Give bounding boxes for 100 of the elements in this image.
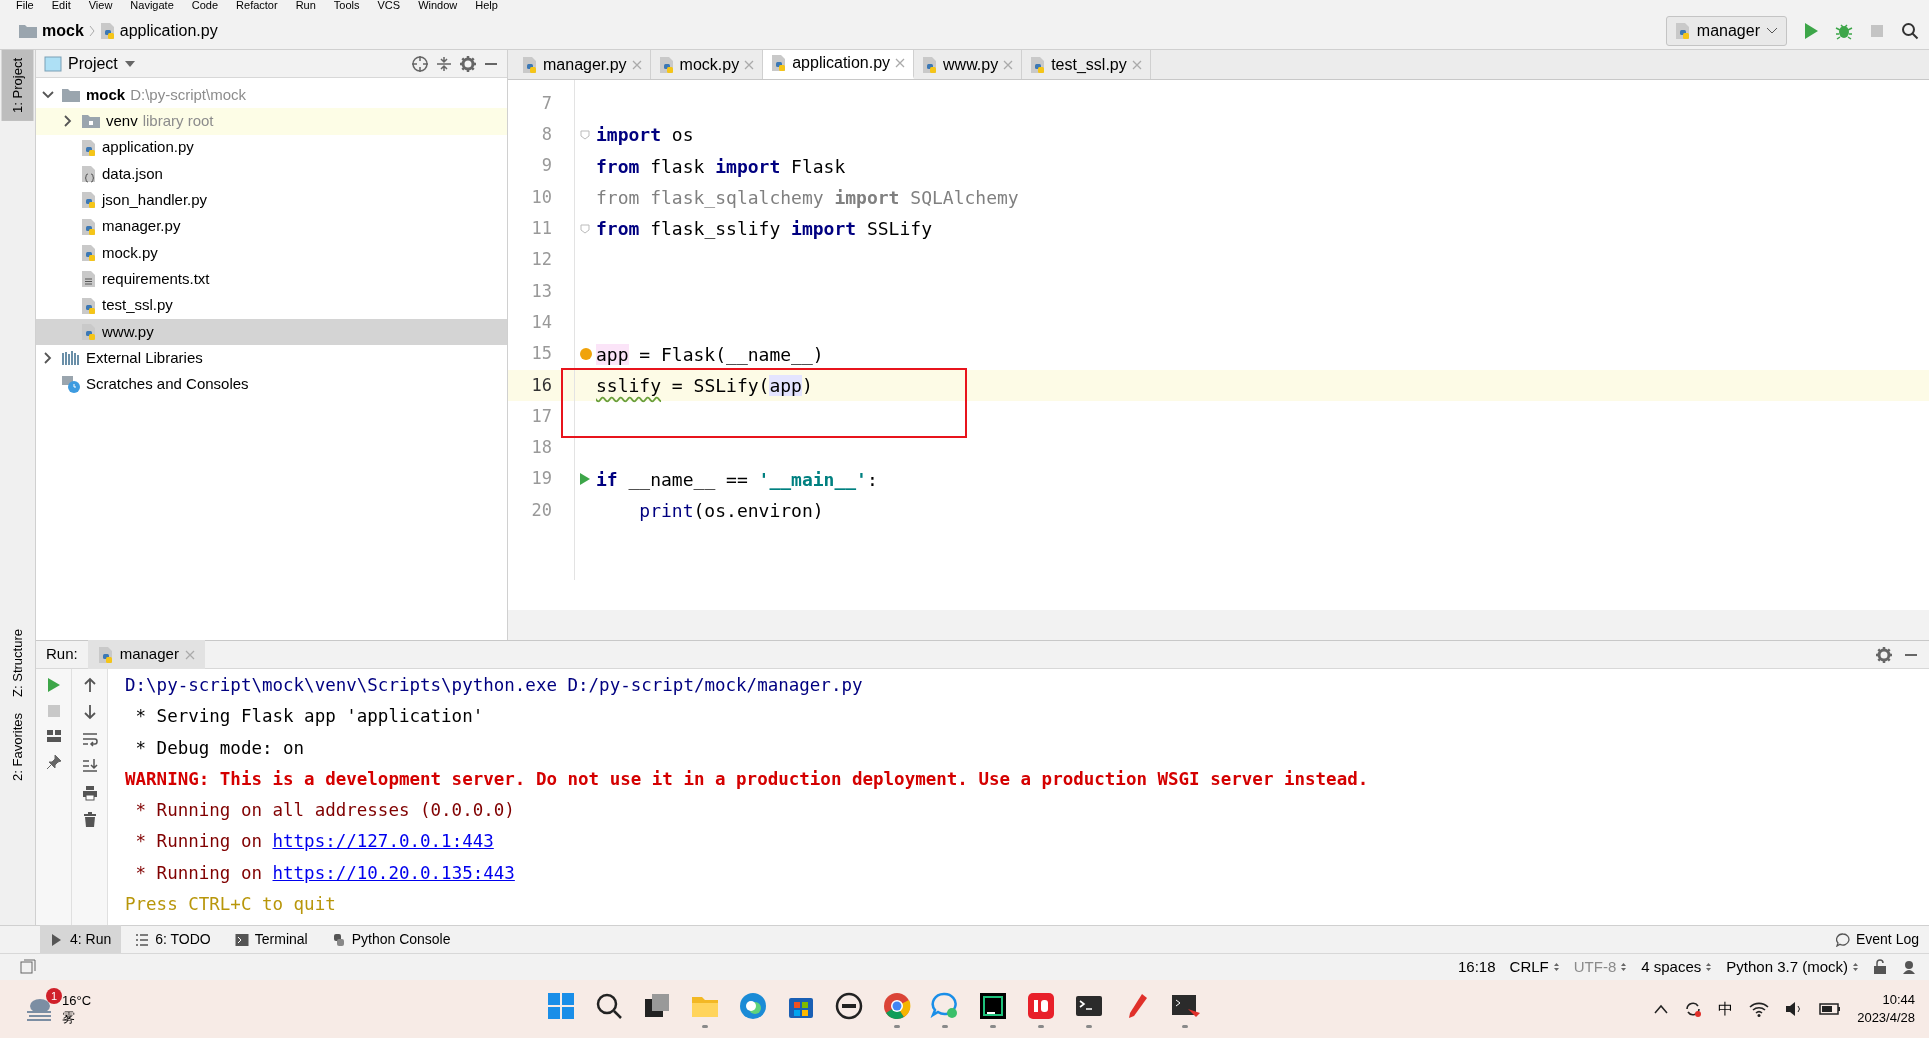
line-number: 11 [530,217,553,241]
panel-title[interactable]: Project [68,51,118,76]
settings-icon[interactable] [1875,645,1893,664]
run-tab[interactable]: manager [87,640,205,669]
input-method-indicator[interactable]: 中 [1718,997,1734,1021]
tree-row[interactable]: data.json [36,160,507,188]
tree-label: External Libraries [86,347,203,368]
menu-item[interactable]: Tools [333,0,360,12]
breadcrumb-item[interactable]: application.py [119,18,218,43]
breadcrumb-item[interactable]: mock [42,18,84,43]
json-file-icon [81,165,97,184]
locate-icon[interactable] [411,54,429,73]
console-line: WARNING: This is a development server. Do not use it in a production deployment. Use a production WSGI server instead. [125,768,1369,789]
code-line: from flask_sslify import SSLify [596,217,932,242]
print-icon[interactable] [81,785,98,801]
menu-item[interactable]: Run [295,0,316,12]
tree-row[interactable]: requirements.txt [36,266,507,293]
layout-toggle-icon[interactable] [20,959,36,975]
text-file-icon [81,270,97,289]
layout-icon[interactable] [45,729,62,743]
tool-window-tab[interactable]: 6: TODO [125,925,221,954]
up-arrow-icon[interactable] [82,677,97,693]
tree-row[interactable]: venv library root [36,108,507,135]
battery-icon[interactable] [1819,1002,1842,1016]
menu-item[interactable]: Edit [51,0,71,12]
tool-window-tab[interactable]: Python Console [321,925,461,954]
python-file-icon [81,191,97,210]
python-file-icon [81,217,97,236]
tree-label: Scratches and Consoles [86,374,249,395]
caret-icon[interactable] [123,59,136,68]
console-text: * Running on [134,862,263,883]
tree-row[interactable]: json_handler.py [36,187,507,214]
scroll-to-end-icon[interactable] [81,758,98,774]
tool-window-tab[interactable]: Terminal [224,925,318,954]
console-link[interactable]: https://127.0.0.1:443 [272,831,494,852]
menu-item[interactable]: Code [191,0,219,12]
inspector-icon[interactable] [1901,959,1917,975]
up-down-caret-icon [1552,961,1560,973]
tree-row[interactable]: mock D:\py-script\mock [36,82,507,109]
collapse-all-icon[interactable] [435,54,453,73]
collapsed-chevron-icon[interactable] [62,115,74,128]
soft-wrap-icon[interactable] [81,731,98,747]
tree-row[interactable]: test_ssl.py [36,292,507,319]
pin-icon[interactable] [45,754,62,770]
tree-row[interactable]: application.py [36,134,507,161]
tree-label: mock [86,84,126,105]
side-tab[interactable]: 1: Project [1,50,34,121]
side-tab[interactable]: 2: Favorites [1,704,34,789]
run-icon[interactable] [579,472,591,487]
up-down-caret-icon [1620,961,1628,973]
line-number: 12 [530,248,553,272]
menu-item[interactable]: Navigate [130,0,174,12]
tree-row[interactable]: mock.py [36,239,507,267]
chevron-icon [87,23,96,38]
console-line: * Running on all addresses (0.0.0.0) [134,800,515,821]
status-item[interactable]: Python 3.7 (mock) [1726,955,1859,979]
menu-item[interactable]: View [88,0,113,12]
menu-item[interactable]: File [16,0,34,12]
line-number: 14 [530,310,553,334]
tree-label: requirements.txt [102,268,210,289]
wifi-icon[interactable] [1749,1001,1770,1017]
tool-window-tab[interactable]: 4: Run [40,925,122,954]
sync-icon[interactable] [1684,1000,1703,1018]
menu-item[interactable]: Help [475,0,498,12]
menu-item[interactable]: Window [418,0,458,12]
status-item[interactable]: CRLF [1509,955,1560,979]
console-line: Press CTRL+C to quit [125,894,336,915]
tree-row[interactable]: www.py [36,318,507,345]
collapsed-chevron-icon[interactable] [42,352,54,365]
editor-tab[interactable]: application.py [763,50,915,79]
console-text: * Running on [134,831,263,852]
status-item[interactable]: 16:18 [1458,955,1496,979]
lock-icon[interactable] [1873,959,1887,975]
console-link[interactable]: https://10.20.0.135:443 [272,862,515,883]
menu-item[interactable]: Refactor [236,0,278,12]
down-arrow-icon[interactable] [82,704,97,720]
settings-icon[interactable] [459,54,477,73]
clock-time[interactable]: 10:44 [1882,991,1915,1009]
search-icon[interactable] [1901,21,1919,40]
status-item[interactable]: 4 spaces [1641,955,1713,979]
tree-row[interactable]: External Libraries [36,344,507,372]
python-file-icon [1030,55,1047,74]
tree-row[interactable]: Scratches and Consoles [36,371,507,398]
weather-icon [24,996,54,1022]
tree-label: www.py [102,321,154,342]
tree-row[interactable]: manager.py [36,213,507,240]
side-tab[interactable]: Z: Structure [1,620,34,705]
line-number: 8 [540,123,553,147]
event-log-button[interactable]: Event Log [1825,925,1929,954]
folder-icon [61,87,81,104]
run-icon[interactable] [1803,21,1819,40]
chevron-up-icon[interactable] [1654,1004,1669,1014]
line-number: 17 [530,404,553,428]
clock-date[interactable]: 2023/4/28 [1857,1009,1915,1027]
menu-item[interactable]: VCS [377,0,401,12]
python-file-icon [658,55,675,74]
trash-icon[interactable] [82,812,97,828]
run-configuration-dropdown[interactable]: manager [1665,15,1787,46]
bug-icon[interactable] [1835,21,1853,40]
rerun-icon[interactable] [46,677,61,693]
